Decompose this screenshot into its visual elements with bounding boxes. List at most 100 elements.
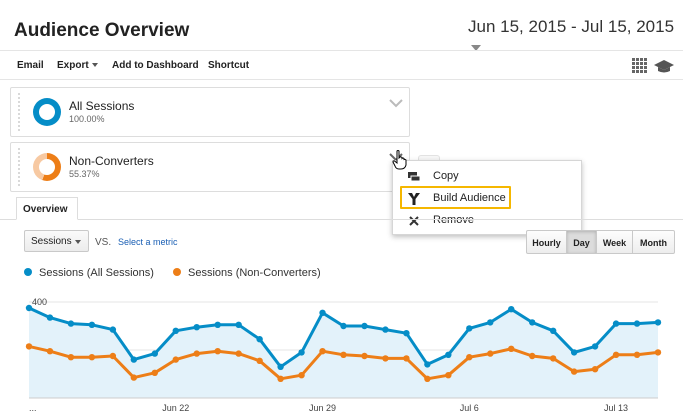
data-point	[654, 319, 662, 326]
data-point	[529, 319, 536, 326]
data-point	[172, 356, 179, 363]
data-point	[570, 349, 578, 356]
data-point	[361, 322, 368, 330]
tab-divider	[0, 219, 683, 220]
x-tick-label: Jul 13	[604, 403, 628, 413]
granularity-week-button[interactable]: Week	[596, 230, 633, 254]
data-point	[172, 327, 179, 334]
metric-select[interactable]: Sessions	[24, 230, 89, 252]
menu-item-remove[interactable]: Remove	[393, 210, 581, 232]
email-button[interactable]: Email	[17, 60, 44, 71]
data-point	[424, 375, 431, 382]
add-to-dashboard-button[interactable]: Add to Dashboard	[112, 60, 199, 71]
sessions-line-chart: 400200...Jun 22Jun 29Jul 6Jul 13	[25, 297, 662, 413]
data-point	[151, 350, 158, 357]
chevron-down-icon	[91, 63, 98, 68]
tab-overview[interactable]: Overview	[16, 197, 78, 220]
data-point	[382, 355, 389, 362]
x-tick-label: Jun 29	[309, 403, 336, 413]
data-point	[466, 354, 473, 361]
graduation-cap-icon[interactable]	[654, 58, 674, 74]
data-point	[193, 350, 200, 357]
legend-item-non-converters[interactable]: Sessions (Non-Converters)	[173, 267, 321, 279]
drag-handle[interactable]	[17, 147, 21, 187]
data-point	[319, 348, 326, 355]
data-point	[46, 348, 54, 355]
segment-card-non-converters[interactable]: Non-Converters 55.37%	[10, 142, 410, 192]
data-point	[340, 351, 347, 358]
data-point	[25, 304, 33, 312]
data-point	[445, 372, 452, 379]
chevron-down-icon[interactable]	[389, 96, 403, 110]
menu-item-label: Remove	[433, 214, 474, 226]
data-point	[529, 352, 536, 360]
chart-legend: Sessions (All Sessions) Sessions (Non-Co…	[24, 267, 337, 279]
highlight-box	[400, 186, 511, 209]
data-point	[88, 321, 96, 328]
data-point	[109, 326, 117, 333]
data-point	[466, 325, 473, 332]
x-tick-label: Jul 6	[460, 403, 479, 413]
data-point	[654, 349, 662, 356]
metric-select-value: Sessions	[31, 236, 72, 247]
x-tick-label: ...	[29, 403, 37, 413]
data-point	[508, 306, 515, 313]
export-button[interactable]: Export	[57, 60, 98, 71]
date-range-label: Jun 15, 2015 - Jul 15, 2015	[468, 17, 675, 36]
copy-icon	[408, 172, 421, 182]
data-point	[67, 320, 75, 327]
data-point	[88, 354, 96, 361]
data-point	[298, 349, 305, 356]
data-point	[67, 354, 75, 361]
legend-item-all-sessions[interactable]: Sessions (All Sessions)	[24, 267, 154, 279]
data-point	[591, 366, 599, 373]
menu-item-copy[interactable]: Copy	[393, 166, 581, 188]
data-point	[487, 350, 494, 357]
data-point	[633, 320, 641, 327]
remove-icon	[409, 216, 419, 226]
data-point	[361, 352, 368, 360]
data-point	[424, 361, 431, 368]
data-point	[298, 372, 305, 379]
data-point	[151, 369, 158, 376]
data-point	[25, 343, 33, 350]
data-point	[487, 319, 494, 326]
granularity-hourly-button[interactable]: Hourly	[526, 230, 567, 254]
data-point	[235, 350, 242, 357]
data-point	[319, 309, 326, 316]
segment-percent: 55.37%	[69, 169, 100, 179]
granularity-day-button[interactable]: Day	[566, 230, 597, 254]
segment-card-all-sessions[interactable]: All Sessions 100.00%	[10, 87, 410, 137]
segment-donut-icon	[33, 98, 61, 126]
menu-item-label: Copy	[433, 170, 459, 182]
data-point	[256, 357, 263, 364]
segment-percent: 100.00%	[69, 114, 105, 124]
data-point	[612, 351, 620, 358]
data-point	[633, 351, 641, 358]
grid-view-icon[interactable]	[632, 58, 647, 73]
export-label: Export	[57, 60, 89, 71]
legend-label: Sessions (Non-Converters)	[188, 267, 321, 279]
data-point	[109, 352, 117, 360]
drag-handle[interactable]	[17, 92, 21, 132]
page-title: Audience Overview	[14, 20, 190, 41]
data-point	[235, 321, 242, 328]
report-toolbar: Email Export Add to Dashboard Shortcut	[0, 50, 683, 80]
segment-name: All Sessions	[69, 99, 135, 113]
data-point	[193, 324, 200, 331]
data-point	[46, 314, 54, 321]
vs-label: VS.	[95, 237, 112, 248]
granularity-month-button[interactable]: Month	[632, 230, 675, 254]
data-point	[214, 348, 221, 355]
shortcut-button[interactable]: Shortcut	[208, 60, 249, 71]
data-point	[277, 363, 284, 370]
select-metric-link[interactable]: Select a metric	[118, 237, 178, 247]
data-point	[340, 322, 347, 330]
y-tick-label: 400	[32, 297, 47, 307]
legend-dot	[24, 268, 32, 276]
legend-dot	[173, 268, 181, 276]
data-point	[508, 345, 515, 352]
legend-label: Sessions (All Sessions)	[39, 267, 154, 279]
data-point	[382, 326, 389, 333]
data-point	[549, 327, 557, 334]
